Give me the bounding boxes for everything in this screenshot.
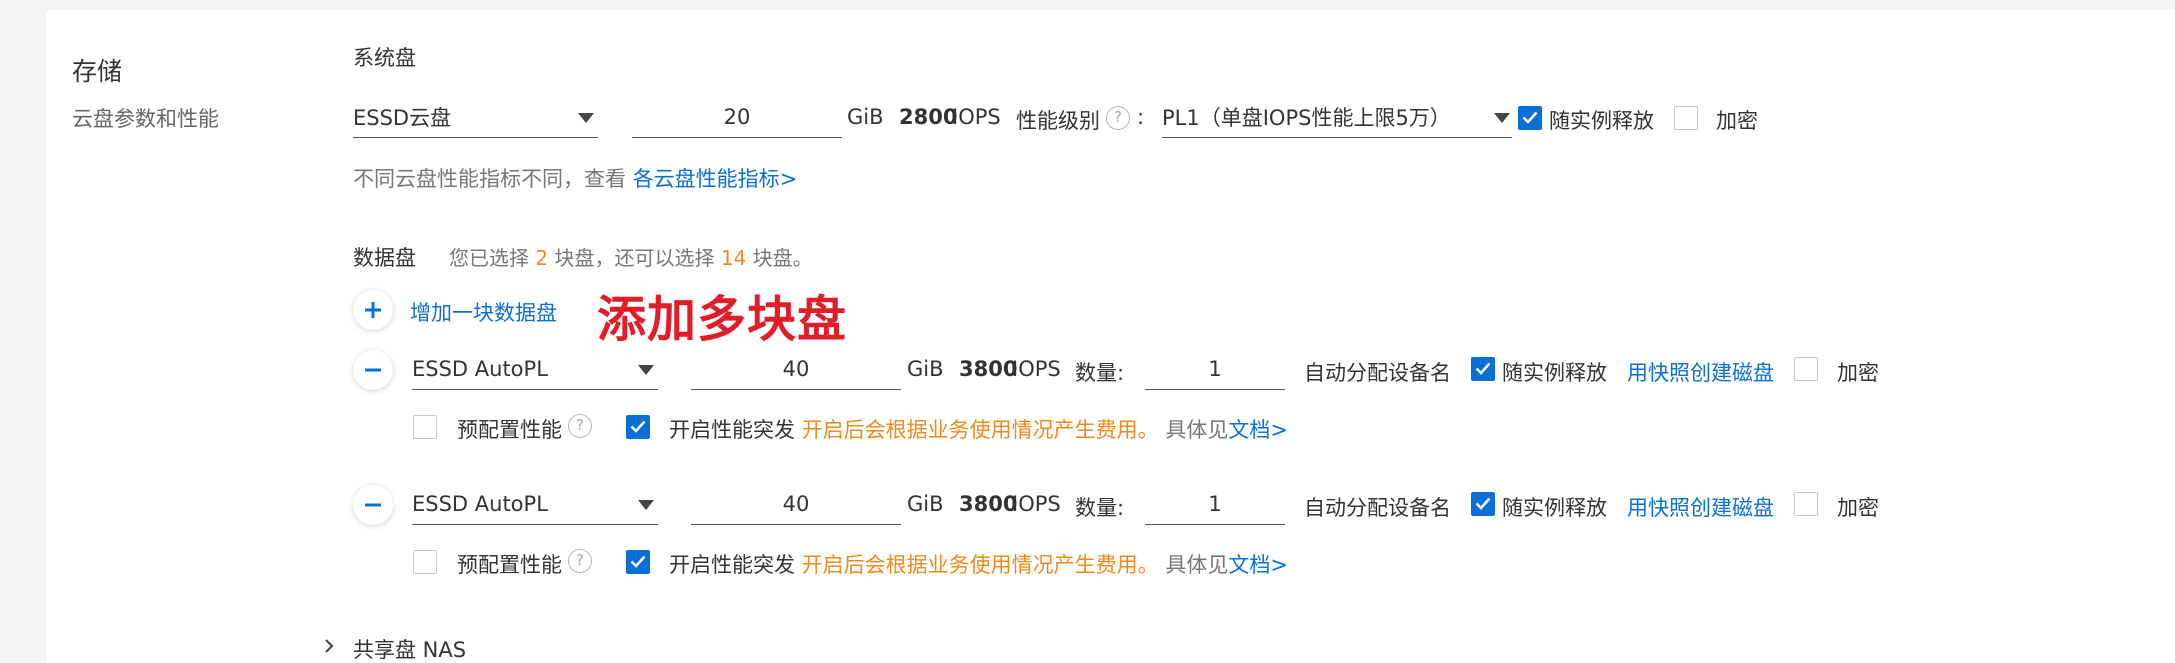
snapshot-create-link[interactable]: 用快照创建磁盘 (1627, 357, 1774, 387)
system-disk-iops-label: IOPS (952, 105, 1001, 129)
provisioned-label: 预配置性能 (457, 553, 562, 577)
doc-link[interactable]: 文档> (1228, 418, 1288, 442)
check-icon (630, 555, 646, 568)
data-disk-summary: 您已选择 2 块盘，还可以选择 14 块盘。 (449, 242, 813, 271)
burst-checkbox[interactable] (626, 415, 650, 439)
perf-level-select[interactable]: PL1（单盘IOPS性能上限5万） (1162, 96, 1512, 138)
data-disk-size-input[interactable]: 40 (691, 348, 901, 390)
summary-mid: 块盘，还可以选择 (554, 246, 715, 270)
check-icon (1475, 362, 1491, 375)
annotation-text: 添加多块盘 (597, 291, 848, 348)
provisioned-label: 预配置性能 (457, 418, 562, 442)
remove-disk-button[interactable] (353, 485, 393, 525)
quantity-value: 1 (1208, 491, 1222, 516)
burst-label: 开启性能突发 (669, 553, 795, 577)
data-encrypt-checkbox[interactable] (1794, 492, 1818, 516)
chevron-right-icon (325, 639, 334, 653)
quantity-value: 1 (1208, 356, 1222, 381)
section-subtitle: 云盘参数和性能 (72, 107, 219, 131)
check-icon (630, 420, 646, 433)
shared-nas-label: 共享盘 NAS (353, 638, 467, 662)
quantity-input[interactable]: 1 (1145, 348, 1285, 390)
perf-level-colon: : (1137, 105, 1145, 129)
data-disk-unit: GiB (907, 492, 944, 516)
check-icon (1475, 497, 1491, 510)
minus-icon (365, 503, 381, 507)
doc-link[interactable]: 文档> (1228, 553, 1288, 577)
data-disk-type-select[interactable]: ESSD AutoPL (412, 483, 658, 525)
data-disk-type-value: ESSD AutoPL (412, 491, 548, 516)
hint-text: 不同云盘性能指标不同，查看 (353, 167, 626, 191)
system-disk-type-select[interactable]: ESSD云盘 (353, 96, 598, 138)
system-encrypt-label: 加密 (1716, 109, 1758, 133)
help-icon[interactable]: ? (568, 414, 592, 438)
system-release-label: 随实例释放 (1549, 109, 1654, 133)
device-name-label: 自动分配设备名 (1304, 496, 1451, 520)
device-name-label: 自动分配设备名 (1304, 361, 1451, 385)
data-release-label: 随实例释放 (1502, 361, 1607, 385)
chevron-down-icon (638, 365, 654, 375)
data-disk-size-value: 40 (782, 356, 810, 381)
detail-prefix: 具体见 (1165, 553, 1229, 577)
quantity-input[interactable]: 1 (1145, 483, 1285, 525)
system-disk-size-value: 20 (723, 104, 751, 129)
burst-label: 开启性能突发 (669, 418, 795, 442)
add-disk-link[interactable]: 增加一块数据盘 (410, 297, 557, 327)
data-encrypt-label: 加密 (1837, 496, 1879, 520)
burst-note: 开启后会根据业务使用情况产生费用。 (801, 553, 1159, 577)
quantity-label: 数量: (1075, 361, 1125, 385)
burst-checkbox[interactable] (626, 550, 650, 574)
check-icon (1522, 111, 1538, 124)
data-encrypt-label: 加密 (1837, 361, 1879, 385)
help-icon[interactable]: ? (1106, 106, 1130, 130)
summary-suffix: 块盘。 (752, 246, 813, 270)
data-disk-iops-value: 3800 (959, 492, 1018, 516)
data-disk-size-input[interactable]: 40 (691, 483, 901, 525)
quantity-label: 数量: (1075, 496, 1125, 520)
chevron-down-icon (638, 500, 654, 510)
system-disk-label: 系统盘 (353, 46, 416, 70)
snapshot-create-link[interactable]: 用快照创建磁盘 (1627, 492, 1774, 522)
provisioned-checkbox[interactable] (413, 550, 437, 574)
data-release-label: 随实例释放 (1502, 496, 1607, 520)
plus-icon (365, 302, 381, 318)
system-encrypt-checkbox[interactable] (1674, 106, 1698, 130)
system-release-checkbox[interactable] (1518, 106, 1542, 130)
data-release-checkbox[interactable] (1471, 492, 1495, 516)
minus-icon (365, 368, 381, 372)
system-disk-iops-value: 2800 (899, 105, 958, 129)
summary-prefix: 您已选择 (449, 246, 529, 270)
perf-metrics-link[interactable]: 各云盘性能指标> (633, 167, 798, 191)
help-icon[interactable]: ? (568, 549, 592, 573)
data-disk-iops-value: 3800 (959, 357, 1018, 381)
detail-prefix: 具体见 (1165, 418, 1229, 442)
burst-note: 开启后会根据业务使用情况产生费用。 (801, 418, 1159, 442)
provisioned-checkbox[interactable] (413, 415, 437, 439)
data-disk-iops-label: IOPS (1012, 492, 1061, 516)
system-disk-type-value: ESSD云盘 (353, 105, 452, 130)
section-title: 存储 (72, 57, 123, 86)
data-release-checkbox[interactable] (1471, 357, 1495, 381)
data-encrypt-checkbox[interactable] (1794, 357, 1818, 381)
data-disk-unit: GiB (907, 357, 944, 381)
data-disk-size-value: 40 (782, 491, 810, 516)
data-disk-type-value: ESSD AutoPL (412, 356, 548, 381)
selected-count: 2 (535, 246, 549, 270)
remove-disk-button[interactable] (353, 350, 393, 390)
system-disk-size-input[interactable]: 20 (632, 96, 842, 138)
chevron-down-icon (578, 113, 594, 123)
system-disk-unit: GiB (847, 105, 884, 129)
data-disk-label: 数据盘 (353, 246, 416, 270)
burst-line: 开启性能突发 开启后会根据业务使用情况产生费用。 具体见文档> (669, 414, 1288, 444)
perf-level-label: 性能级别 (1016, 109, 1100, 133)
perf-level-value: PL1（单盘IOPS性能上限5万） (1162, 105, 1451, 130)
data-disk-type-select[interactable]: ESSD AutoPL (412, 348, 658, 390)
add-disk-button[interactable] (353, 290, 393, 330)
system-disk-hint: 不同云盘性能指标不同，查看 各云盘性能指标> (353, 163, 797, 193)
burst-line: 开启性能突发 开启后会根据业务使用情况产生费用。 具体见文档> (669, 549, 1288, 579)
data-disk-iops-label: IOPS (1012, 357, 1061, 381)
chevron-down-icon (1494, 113, 1510, 123)
remaining-count: 14 (720, 246, 747, 270)
